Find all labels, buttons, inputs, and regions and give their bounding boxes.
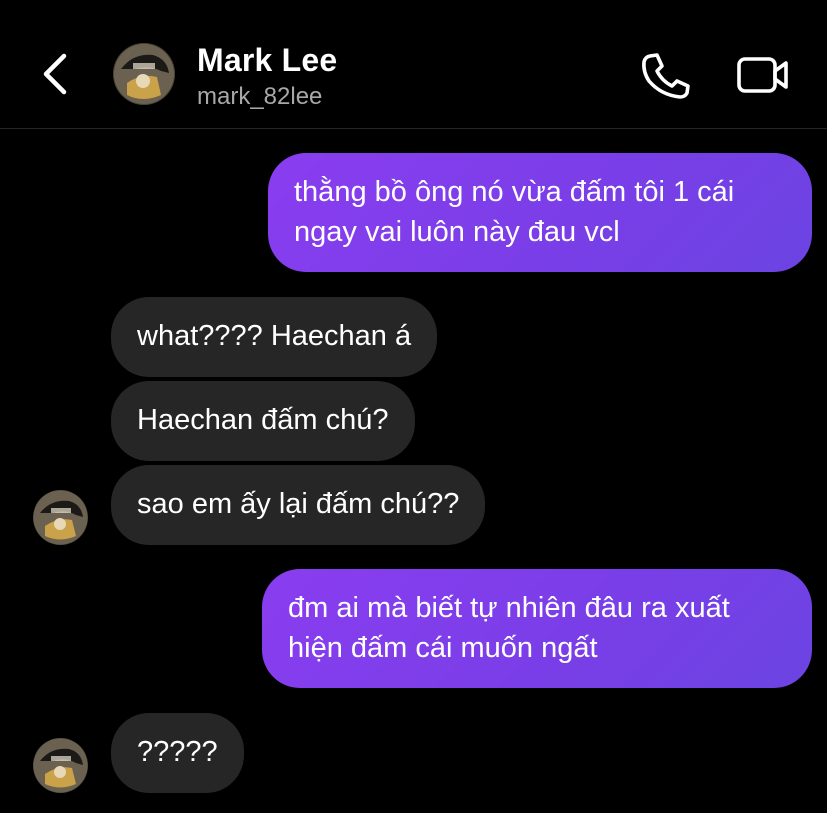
incoming-message-bubble[interactable]: ?????	[111, 713, 244, 793]
contact-name[interactable]: Mark Lee	[197, 40, 337, 80]
sender-avatar[interactable]	[33, 490, 88, 545]
chat-header: Mark Lee mark_82lee	[0, 0, 827, 129]
incoming-message-bubble[interactable]: sao em ấy lại đấm chú??	[111, 465, 486, 545]
incoming-message-bubble[interactable]: what???? Haechan á	[111, 297, 438, 377]
video-call-button[interactable]	[734, 52, 792, 98]
outgoing-message-bubble[interactable]: thằng bồ ông nó vừa đấm tôi 1 cái ngay v…	[268, 153, 812, 272]
voice-call-button[interactable]	[638, 50, 692, 100]
back-button[interactable]	[36, 50, 76, 98]
contact-handle: mark_82lee	[197, 83, 323, 110]
sender-avatar[interactable]	[33, 738, 88, 793]
incoming-message-bubble[interactable]: Haechan đấm chú?	[111, 381, 415, 461]
outgoing-message-bubble[interactable]: đm ai mà biết tự nhiên đâu ra xuất hiện …	[262, 569, 812, 688]
phone-icon	[642, 53, 690, 99]
chevron-left-icon	[43, 53, 67, 95]
video-camera-icon	[737, 57, 788, 93]
contact-avatar[interactable]	[113, 43, 175, 105]
